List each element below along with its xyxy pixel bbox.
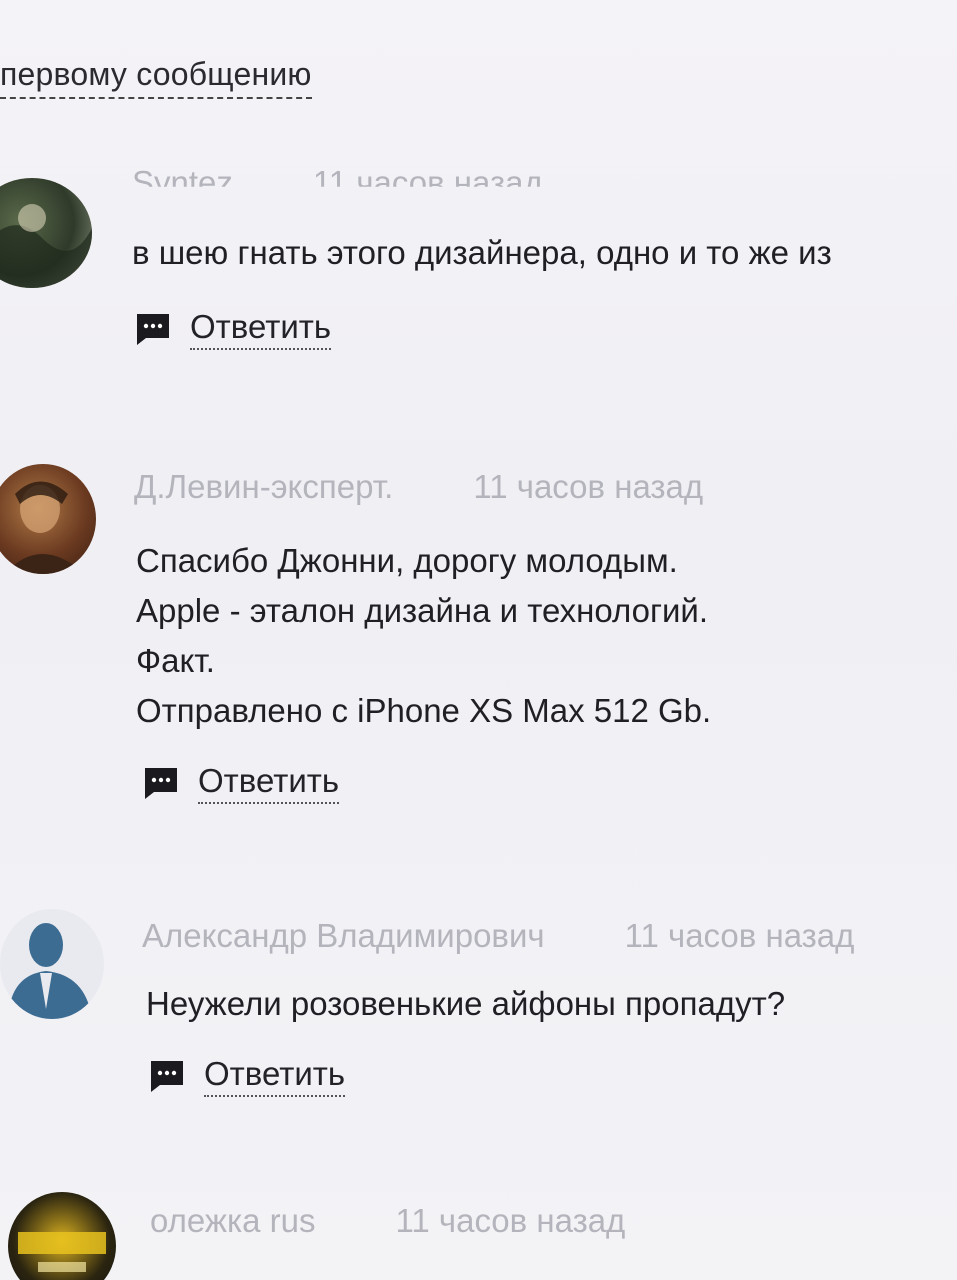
comment-text: Неужели розовенькие айфоны пропадут? [146,979,785,1029]
comment-line: Спасибо Джонни, дорогу молодым. [136,542,678,579]
comment-time[interactable]: 11 часов назад [395,1202,625,1239]
comment-meta: Д.Левин-эксперт. 11 часов назад [134,468,703,506]
comment-text: Спасибо Джонни, дорогу молодым. Apple - … [136,536,711,736]
comment-time[interactable]: 11 часов назад [473,468,703,505]
avatar-photo [5,481,85,574]
avatar-photo [18,1232,106,1272]
reply-label: Ответить [204,1055,346,1097]
comment-item: Syntez 11 часов назад в шею гнать этого д… [0,150,957,380]
reply-button[interactable]: Ответить [148,1055,346,1097]
back-to-first-message-link[interactable]: первому сообщению [0,56,312,99]
comment-text: в шею гнать этого дизайнера, одно и то ж… [132,228,832,278]
comment-line: Факт. [136,642,215,679]
comment-meta: Александр Владимирович 11 часов назад [142,917,854,955]
avatar[interactable] [0,464,96,574]
avatar[interactable] [8,1192,116,1280]
reply-label: Ответить [198,762,340,804]
comment-line: Неужели розовенькие айфоны пропадут? [146,985,786,1022]
comment-time[interactable]: 11 часов назад [625,917,855,954]
comment-author[interactable]: олежка rus [150,1202,315,1239]
comment-meta: олежка rus 11 часов назад [150,1202,625,1240]
speech-bubble-icon [137,314,169,345]
comments-page: первому сообщению Syntez 11 часов назад в… [0,0,957,1280]
reply-button[interactable]: Ответить [142,762,340,804]
reply-button[interactable]: Ответить [134,308,332,350]
comment-author[interactable]: Syntez [132,164,233,187]
comment-item: Д.Левин-эксперт. 11 часов назад Спасибо Д… [0,460,957,820]
comment-author[interactable]: Д.Левин-эксперт. [134,468,393,505]
avatar[interactable] [0,178,92,288]
comment-author[interactable]: Александр Владимирович [142,917,545,954]
comment-meta: Syntez 11 часов назад [132,164,543,187]
comment-line: в шею гнать этого дизайнера, одно и то ж… [132,234,832,271]
speech-bubble-icon [151,1061,183,1092]
comment-item: олежка rus 11 часов назад [0,1190,957,1280]
comment-line: Apple - эталон дизайна и технологий. [136,592,709,629]
comment-item: Александр Владимирович 11 часов назад Неу… [0,905,957,1115]
comment-time[interactable]: 11 часов назад [313,164,543,187]
avatar-photo [0,204,92,288]
user-silhouette-icon [8,923,92,1019]
avatar[interactable] [0,909,104,1019]
comment-line: Отправлено с iPhone XS Max 512 Gb. [136,692,712,729]
reply-label: Ответить [190,308,332,350]
speech-bubble-icon [145,768,177,799]
